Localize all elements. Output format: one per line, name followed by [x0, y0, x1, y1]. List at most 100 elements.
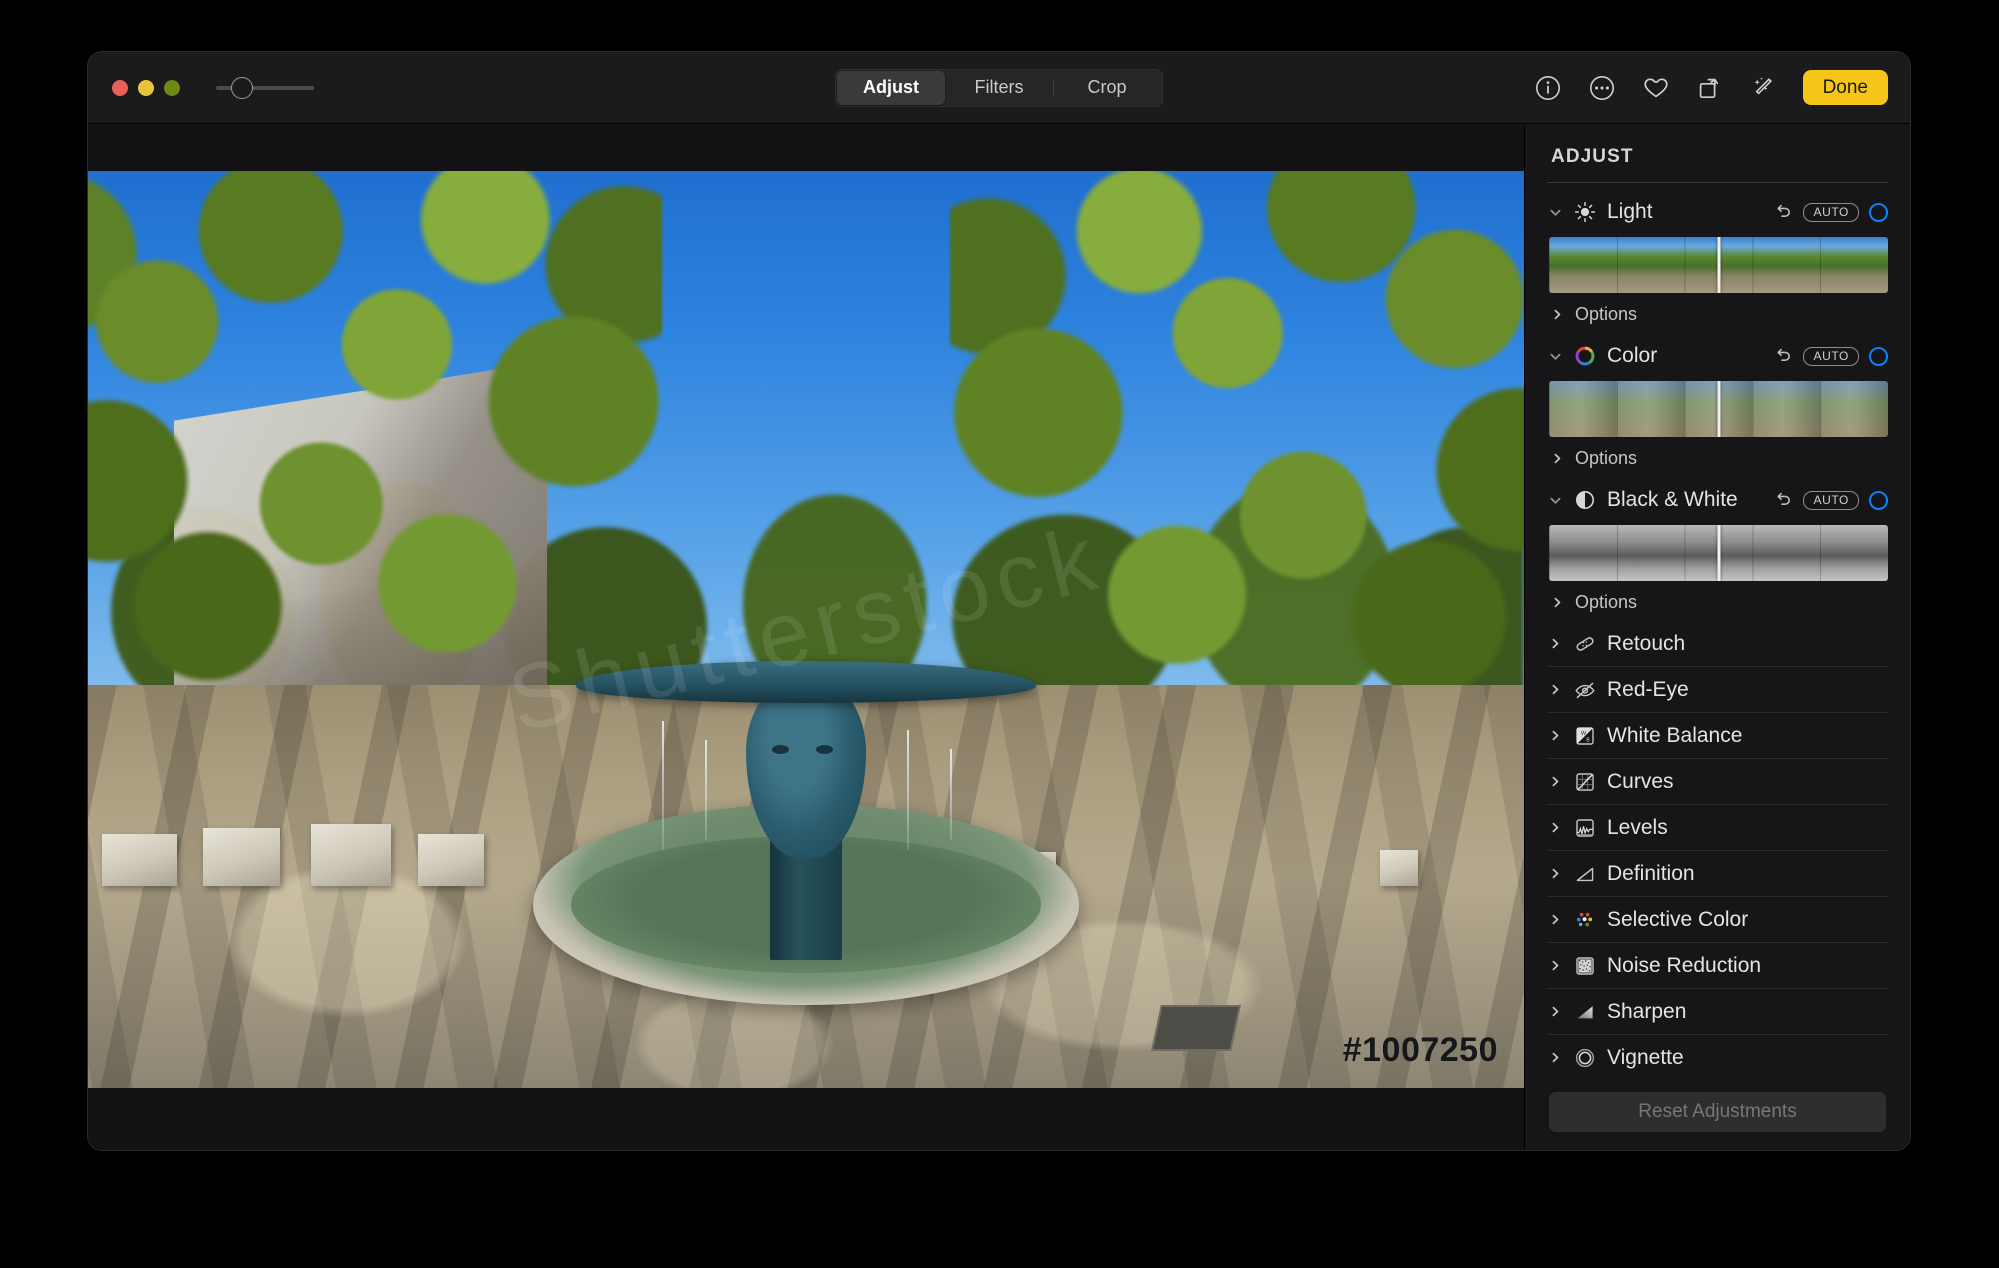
- noise-reduction-icon: [1573, 954, 1597, 978]
- contrast-circle-icon: [1573, 488, 1597, 512]
- adjust-group-black-and-white: Black & White AUTO Options: [1547, 477, 1888, 621]
- light-options-row[interactable]: Options: [1547, 297, 1888, 331]
- zoom-slider-knob[interactable]: [231, 76, 253, 99]
- adjust-row-sharpen[interactable]: Sharpen: [1547, 989, 1888, 1035]
- adjust-row-white-balance[interactable]: W B White Balance: [1547, 713, 1888, 759]
- adjust-row-red-eye[interactable]: Red-Eye: [1547, 667, 1888, 713]
- adjust-row-vignette-label: Vignette: [1607, 1045, 1684, 1069]
- adjust-row-noise-reduction[interactable]: Noise Reduction: [1547, 943, 1888, 989]
- auto-enhance-icon[interactable]: [1749, 73, 1779, 103]
- photo-canopy-left: [88, 171, 663, 720]
- adjust-group-color-controls: AUTO: [1773, 346, 1888, 366]
- color-options-label: Options: [1575, 447, 1638, 468]
- enable-toggle-black-and-white[interactable]: [1869, 490, 1888, 510]
- adjust-row-definition[interactable]: Definition: [1547, 851, 1888, 897]
- chevron-right-icon[interactable]: [1547, 1050, 1563, 1066]
- selective-color-icon: [1573, 908, 1597, 932]
- color-wheel-icon: [1573, 344, 1597, 368]
- tab-crop[interactable]: Crop: [1053, 71, 1161, 105]
- revert-icon[interactable]: [1773, 490, 1793, 510]
- eye-slash-icon: [1573, 678, 1597, 702]
- adjust-group-light-controls: AUTO: [1773, 202, 1888, 222]
- photo-canopy-right: [949, 171, 1524, 720]
- panel-divider: [1547, 182, 1888, 183]
- chevron-right-icon[interactable]: [1547, 912, 1563, 928]
- tab-filters[interactable]: Filters: [945, 71, 1053, 105]
- enable-toggle-light[interactable]: [1869, 202, 1888, 222]
- info-icon[interactable]: [1533, 73, 1563, 103]
- enable-toggle-color[interactable]: [1869, 346, 1888, 366]
- chevron-right-icon[interactable]: [1547, 820, 1563, 836]
- adjust-row-vignette[interactable]: Vignette: [1547, 1035, 1888, 1078]
- chevron-down-icon[interactable]: [1547, 348, 1563, 364]
- color-filmstrip-slider[interactable]: [1549, 381, 1888, 437]
- auto-button-light[interactable]: AUTO: [1803, 202, 1859, 222]
- black-and-white-options-row[interactable]: Options: [1547, 585, 1888, 619]
- adjust-list[interactable]: Light AUTO Options Color AUTO Options Bl…: [1547, 189, 1888, 1078]
- chevron-right-icon[interactable]: [1547, 682, 1563, 698]
- adjust-row-white-balance-label: White Balance: [1607, 723, 1743, 747]
- done-button[interactable]: Done: [1802, 70, 1888, 105]
- chevron-right-icon[interactable]: [1549, 594, 1565, 610]
- color-filmstrip-playhead[interactable]: [1717, 381, 1720, 437]
- adjust-row-retouch-label: Retouch: [1607, 631, 1686, 655]
- minimize-window-button[interactable]: [138, 79, 154, 96]
- traffic-lights: [112, 79, 180, 96]
- white-balance-icon: W B: [1573, 724, 1597, 748]
- chevron-right-icon[interactable]: [1547, 728, 1563, 744]
- adjust-group-color: Color AUTO Options: [1547, 333, 1888, 477]
- maximize-window-button[interactable]: [164, 79, 180, 96]
- adjust-row-curves-label: Curves: [1607, 769, 1674, 793]
- curves-icon: [1573, 770, 1597, 794]
- chevron-right-icon[interactable]: [1547, 866, 1563, 882]
- revert-icon[interactable]: [1773, 346, 1793, 366]
- toolbar-right: Done: [1533, 70, 1888, 105]
- adjust-row-definition-label: Definition: [1607, 861, 1695, 885]
- adjust-group-black-and-white-label: Black & White: [1607, 488, 1738, 511]
- black-and-white-options-label: Options: [1575, 591, 1638, 612]
- photo-watermark-id: #1007250: [1342, 1031, 1498, 1069]
- photos-edit-window: Adjust Filters Crop Done #1007250 ADJUST…: [88, 52, 1910, 1150]
- revert-icon[interactable]: [1773, 202, 1793, 222]
- adjust-group-black-and-white-controls: AUTO: [1773, 490, 1888, 510]
- chevron-right-icon[interactable]: [1549, 306, 1565, 322]
- chevron-down-icon[interactable]: [1547, 204, 1563, 220]
- adjust-group-light-header[interactable]: Light AUTO: [1547, 189, 1888, 235]
- auto-button-color[interactable]: AUTO: [1803, 346, 1859, 366]
- sun-icon: [1573, 200, 1597, 224]
- adjust-row-levels[interactable]: Levels: [1547, 805, 1888, 851]
- photo-canvas[interactable]: Shutterstock #1007250: [88, 124, 1524, 1150]
- adjust-panel: ADJUST Light AUTO Options Color AUTO Opt…: [1524, 124, 1910, 1150]
- more-options-icon[interactable]: [1587, 73, 1617, 103]
- edit-mode-segmented-control[interactable]: Adjust Filters Crop: [835, 68, 1163, 107]
- color-options-row[interactable]: Options: [1547, 441, 1888, 475]
- auto-button-black-and-white[interactable]: AUTO: [1803, 490, 1859, 510]
- adjust-row-red-eye-label: Red-Eye: [1607, 677, 1689, 701]
- favorite-heart-icon[interactable]: [1641, 73, 1671, 103]
- titlebar: Adjust Filters Crop Done: [88, 52, 1910, 124]
- definition-icon: [1573, 862, 1597, 886]
- adjust-row-levels-label: Levels: [1607, 815, 1668, 839]
- zoom-slider[interactable]: [216, 76, 314, 100]
- adjust-row-curves[interactable]: Curves: [1547, 759, 1888, 805]
- chevron-right-icon[interactable]: [1547, 636, 1563, 652]
- light-filmstrip-playhead[interactable]: [1717, 237, 1720, 293]
- chevron-right-icon[interactable]: [1549, 450, 1565, 466]
- rotate-icon[interactable]: [1695, 73, 1725, 103]
- chevron-right-icon[interactable]: [1547, 1004, 1563, 1020]
- adjust-row-retouch[interactable]: Retouch: [1547, 621, 1888, 667]
- chevron-right-icon[interactable]: [1547, 958, 1563, 974]
- reset-adjustments-button[interactable]: Reset Adjustments: [1549, 1092, 1886, 1132]
- adjust-group-color-header[interactable]: Color AUTO: [1547, 333, 1888, 379]
- black-and-white-filmstrip-playhead[interactable]: [1717, 525, 1720, 581]
- chevron-down-icon[interactable]: [1547, 492, 1563, 508]
- adjust-group-black-and-white-header[interactable]: Black & White AUTO: [1547, 477, 1888, 523]
- edited-photo[interactable]: Shutterstock #1007250: [88, 171, 1524, 1088]
- window-body: Shutterstock #1007250 ADJUST: [88, 124, 1910, 1150]
- close-window-button[interactable]: [112, 79, 128, 96]
- black-and-white-filmstrip-slider[interactable]: [1549, 525, 1888, 581]
- tab-adjust[interactable]: Adjust: [837, 70, 945, 105]
- chevron-right-icon[interactable]: [1547, 774, 1563, 790]
- adjust-row-selective-color[interactable]: Selective Color: [1547, 897, 1888, 943]
- light-filmstrip-slider[interactable]: [1549, 237, 1888, 293]
